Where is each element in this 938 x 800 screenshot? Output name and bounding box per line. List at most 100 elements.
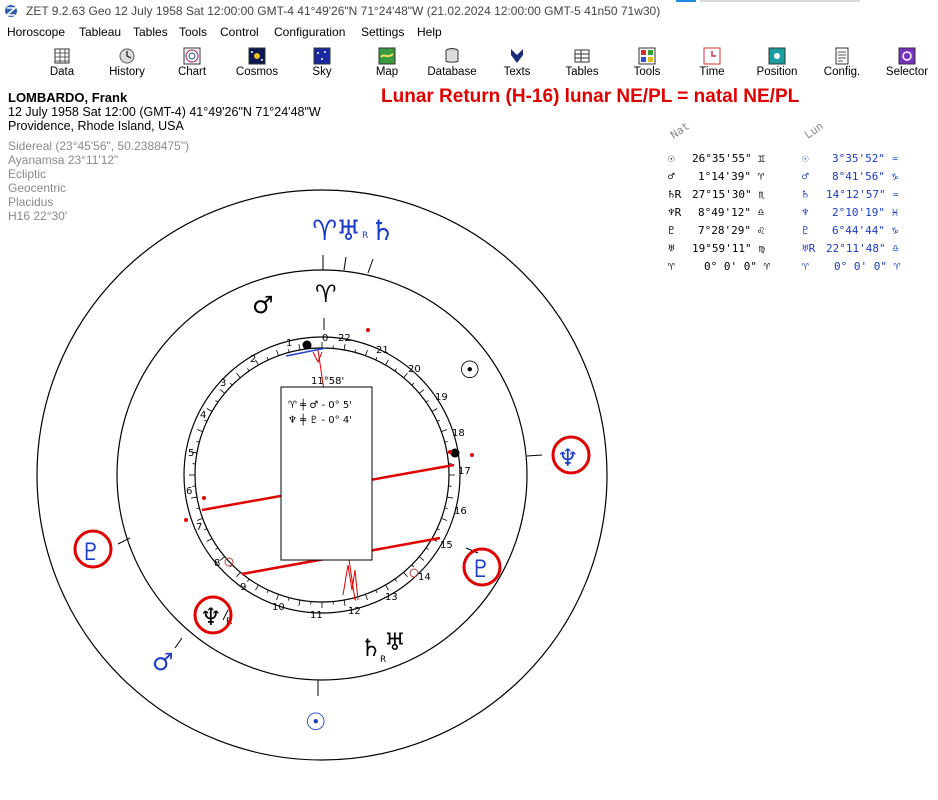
degree-tick (247, 368, 250, 372)
outer-tick-mars (174, 637, 183, 649)
house-9: 9 (240, 582, 246, 593)
axis-arrow-north (312, 351, 323, 364)
degree-tick (229, 382, 233, 386)
degree-tick (441, 429, 448, 432)
natal-sun-dot (450, 448, 460, 458)
degree-tick (419, 556, 425, 561)
red-dot-5 (366, 328, 370, 332)
degree-tick (206, 408, 213, 412)
house-16: 16 (454, 506, 467, 517)
degree-tick (403, 372, 408, 378)
degree-tick (431, 408, 438, 412)
house-13: 13 (385, 592, 398, 603)
degree-tick (247, 578, 250, 582)
aspect-line-2: ♆ ╪ ♇ - 0° 4' (288, 413, 352, 426)
house-14: 14 (418, 572, 431, 583)
degree-tick (343, 600, 346, 607)
degree-tick (255, 584, 259, 591)
house-21: 21 (376, 345, 389, 356)
asc-degree-label: 11°58' (311, 376, 344, 387)
house-10: 10 (272, 602, 285, 613)
natal-saturn-glyph: ♄ (360, 634, 382, 662)
degree-tick (206, 538, 213, 542)
degree-tick (276, 594, 279, 601)
natal-mars-dot (302, 340, 312, 350)
red-dot-4 (448, 450, 452, 454)
house-12: 12 (348, 606, 361, 617)
degree-tick (276, 349, 279, 356)
house-0: 0 (322, 333, 328, 344)
natal-saturn-retro: R (380, 655, 386, 665)
degree-tick (190, 496, 197, 499)
degree-tick (196, 429, 203, 432)
degree-tick (411, 382, 415, 386)
natal-mars-glyph: ♂ (252, 291, 274, 319)
degree-tick (394, 578, 397, 582)
degree-tick (425, 400, 429, 403)
lunar-uranus-retro: R (362, 231, 368, 241)
lunar-aries-glyph: ♈ (312, 214, 337, 247)
degree-tick (236, 572, 241, 578)
degree-tick (343, 343, 346, 350)
degree-tick (436, 528, 440, 531)
natal-uranus-glyph: ♅ (384, 628, 406, 656)
degree-tick (411, 564, 415, 568)
horoscope-wheel: ♈ ╪ ♂ - 0° 5' ♆ ╪ ♇ - 0° 4' 11°58' 1 2 3… (36, 189, 608, 761)
degree-tick (298, 343, 301, 350)
house-18: 18 (452, 428, 465, 439)
outer-tick-neptune (526, 454, 543, 457)
degree-tick (219, 556, 225, 561)
house-22: 22 (338, 333, 351, 344)
house-4: 4 (200, 410, 206, 421)
degree-tick (219, 389, 225, 394)
house-1: 1 (286, 338, 292, 349)
lunar-pluto-glyph: ♇ (470, 555, 492, 583)
house-17: 17 (458, 466, 471, 477)
house-5: 5 (188, 448, 194, 459)
degree-tick (196, 518, 203, 521)
aspect-line-1: ♈ ╪ ♂ - 0° 5' (288, 398, 352, 411)
degree-tick (236, 372, 241, 378)
house-8: 8 (214, 558, 220, 569)
degree-tick (375, 589, 378, 593)
degree-tick (385, 359, 389, 366)
degree-tick (441, 518, 448, 521)
degree-tick (419, 389, 425, 394)
degree-tick (266, 589, 269, 593)
natal-aries-glyph: ♈ (315, 280, 337, 308)
natal-neptune-glyph: ♆ (200, 603, 222, 631)
house-6: 6 (186, 486, 192, 497)
house-15: 15 (440, 540, 453, 551)
degree-tick (385, 584, 389, 591)
degree-tick (403, 572, 408, 578)
house-3: 3 (220, 378, 226, 389)
lunar-saturn-glyph: ♄ (370, 214, 395, 247)
lunar-sun-glyph: ☉ (305, 708, 327, 736)
lunar-uranus-glyph: ♅ (336, 214, 361, 247)
house-20: 20 (408, 364, 421, 375)
degree-tick (447, 496, 454, 499)
degree-tick (365, 594, 368, 601)
degree-tick (394, 368, 397, 372)
aspect-box (280, 386, 373, 561)
degree-tick (425, 547, 429, 550)
lunar-mars-glyph: ♂ (152, 648, 174, 676)
lunar-pluto-point (409, 568, 419, 578)
natal-pluto-glyph: ♇ (80, 538, 102, 566)
degree-tick (215, 400, 219, 403)
degree-tick (375, 357, 378, 361)
outer-tick-saturn (367, 258, 374, 274)
degree-tick (298, 600, 301, 607)
red-dot-2 (184, 518, 188, 522)
red-dot-1 (202, 496, 206, 500)
degree-tick (215, 547, 219, 550)
house-2: 2 (250, 354, 256, 365)
degree-tick (365, 349, 368, 356)
house-11: 11 (310, 610, 323, 621)
house-19: 19 (435, 392, 448, 403)
natal-sun-glyph: ☉ (459, 356, 481, 384)
degree-tick (436, 419, 440, 422)
degree-tick (204, 528, 208, 531)
house-7: 7 (196, 522, 202, 533)
red-dot-3 (470, 453, 474, 457)
